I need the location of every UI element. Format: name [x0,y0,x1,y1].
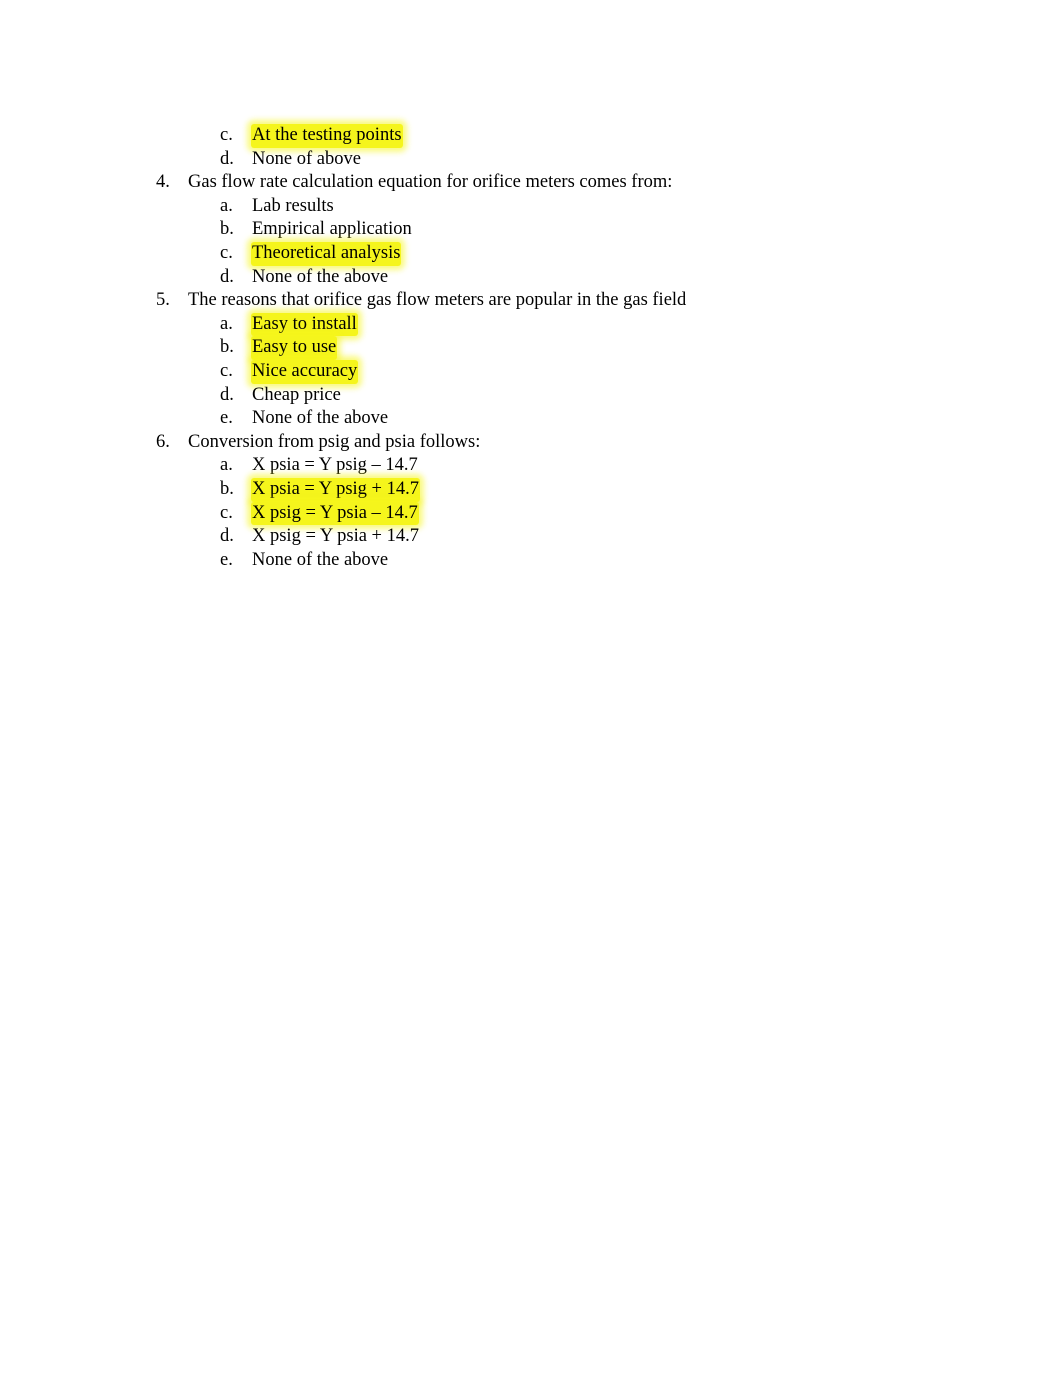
option-item: b. Empirical application [0,218,1062,242]
option-text: None of the above [252,408,389,429]
option-text-highlighted: Easy to install [251,312,358,337]
question-text: The reasons that orifice gas flow meters… [188,290,687,311]
question-5: 5. The reasons that orifice gas flow met… [0,289,1062,313]
option-letter: e. [220,549,233,570]
option-letter: c. [220,242,233,263]
option-text: None of above [252,148,361,169]
option-item: d. X psig = Y psia + 14.7 [0,525,1062,549]
option-letter: b. [220,219,234,240]
option-text-highlighted: At the testing points [251,124,403,148]
option-letter: a. [220,313,233,334]
question-text: Conversion from psig and psia follows: [188,431,481,452]
option-text: Empirical application [252,219,412,240]
option-text: Lab results [252,195,334,216]
option-item: b. Easy to use [0,336,1062,360]
question-text: Gas flow rate calculation equation for o… [188,172,673,193]
option-letter: b. [220,478,234,499]
option-item: d. None of the above [0,266,1062,290]
option-letter: a. [220,195,233,216]
option-letter: e. [220,408,233,429]
question-list: c. At the testing points d. None of abov… [0,124,1062,572]
option-letter: d. [220,384,234,405]
option-letter: c. [220,125,233,145]
option-text: None of the above [252,266,389,287]
option-item: c. At the testing points [0,124,1062,148]
question-number: 6. [156,431,170,452]
question-6: 6. Conversion from psig and psia follows… [0,431,1062,455]
option-text-highlighted: X psia = Y psig + 14.7 [251,477,420,502]
option-item: d. None of above [0,148,1062,172]
option-text: None of the above [252,549,389,570]
option-letter: d. [220,266,234,287]
option-item: a. Lab results [0,195,1062,219]
option-letter: b. [220,337,234,358]
option-letter: a. [220,455,233,476]
option-text-highlighted: Theoretical analysis [251,241,402,266]
option-item: c. Theoretical analysis [0,241,1062,266]
option-item: b. X psia = Y psig + 14.7 [0,477,1062,502]
option-text-highlighted: Nice accuracy [251,359,359,384]
document-page: c. At the testing points d. None of abov… [0,0,1062,1377]
option-letter: c. [220,502,233,523]
option-text-highlighted: X psig = Y psia – 14.7 [251,501,419,526]
option-item: e. None of the above [0,549,1062,573]
question-number: 5. [156,290,170,311]
question-4: 4. Gas flow rate calculation equation fo… [0,171,1062,195]
option-item: c. Nice accuracy [0,359,1062,384]
question-number: 4. [156,172,170,193]
option-item: d. Cheap price [0,384,1062,408]
option-letter: d. [220,148,234,169]
option-item: c. X psig = Y psia – 14.7 [0,501,1062,526]
option-item: a. Easy to install [0,312,1062,337]
option-text-highlighted: Easy to use [251,336,338,360]
option-item: a. X psia = Y psig – 14.7 [0,454,1062,478]
option-item: e. None of the above [0,407,1062,431]
option-letter: d. [220,526,234,547]
option-text: X psig = Y psia + 14.7 [252,526,419,547]
option-letter: c. [220,360,233,381]
option-text: X psia = Y psig – 14.7 [252,455,418,476]
option-text: Cheap price [252,384,341,405]
